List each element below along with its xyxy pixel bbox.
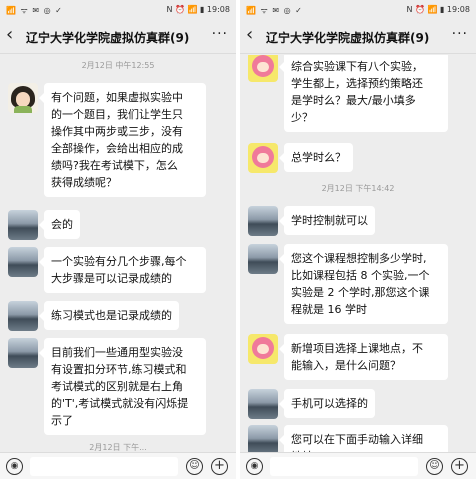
message-bubble[interactable]: 有个问题，如果虚拟实验中 的一个题目，我们让学生只 操作其中两步或三步，没有 全…: [39, 83, 206, 197]
message-line: 的一个题目，我们让学生只: [51, 108, 183, 121]
status-bar: 📶 ᯤ ✉ ◎ ✓ N ⏰ 📶 ▮ 19:08: [0, 0, 236, 20]
voice-icon[interactable]: ◉: [6, 458, 23, 475]
voice-icon[interactable]: ◉: [246, 458, 263, 475]
sea-avatar[interactable]: [8, 301, 38, 331]
more-options-icon[interactable]: ···: [212, 26, 228, 42]
message-bubble[interactable]: 总学时么？: [279, 143, 353, 172]
message-line: 手机可以选择的: [291, 397, 368, 410]
message-bubble[interactable]: 练习模式也是记录成绩的: [39, 301, 179, 330]
chat-header: ‹ 辽宁大学化学院虚拟仿真群(9) ···: [0, 20, 236, 54]
message-line: 考试模式的区别就是右上角: [51, 380, 183, 393]
message-line: 新增项目选择上课地点，不: [291, 342, 423, 355]
message-line: 示了: [51, 414, 73, 427]
right-chat-screen: 📶 ᯤ ✉ ◎ ✓ N ⏰ 📶 ▮ 19:08 ‹ 辽宁大学化学院虚拟仿真群(9…: [240, 0, 476, 479]
message-line: 练习模式也是记录成绩的: [51, 309, 172, 322]
timestamp: 2月12日 中午12:55: [81, 61, 155, 70]
message-line: 的'T',考试模式就没有闪烁提: [51, 397, 189, 410]
input-bar: ◉ ☺ +: [0, 452, 236, 479]
emoji-icon[interactable]: ☺: [186, 458, 203, 475]
group-title: 辽宁大学化学院虚拟仿真群(9): [26, 31, 190, 45]
message-bubble[interactable]: 会的: [39, 210, 80, 239]
pink-avatar[interactable]: [248, 143, 278, 173]
status-right-info: N ⏰ 📶 ▮ 19:08: [166, 5, 230, 14]
girl-avatar[interactable]: [8, 83, 38, 113]
plus-icon[interactable]: +: [211, 458, 228, 475]
message-bubble[interactable]: 目前我们一些通用型实验没 有设置扣分环节,练习模式和 考试模式的区别就是右上角 …: [39, 338, 206, 435]
left-chat-screen: 📶 ᯤ ✉ ◎ ✓ N ⏰ 📶 ▮ 19:08 ‹ 辽宁大学化学院虚拟仿真群(9…: [0, 0, 236, 479]
message-line: 学时控制就可以: [291, 214, 368, 227]
status-right-info: N ⏰ 📶 ▮ 19:08: [406, 5, 470, 14]
sea-avatar[interactable]: [248, 206, 278, 236]
chat-header: ‹ 辽宁大学化学院虚拟仿真群(9) ···: [240, 20, 476, 54]
timestamp: 2月12日 下午...: [89, 443, 147, 452]
sea-avatar[interactable]: [248, 389, 278, 419]
message-list[interactable]: 综合实验课下有八个实验， 学生都上，选择预约策略还 是学时么？最大/最小填多 少…: [240, 55, 476, 452]
message-line: 全部操作，会给出相应的成: [51, 142, 183, 155]
message-line: 绩吗?我在考试模下，怎么: [51, 159, 178, 172]
message-bubble[interactable]: 学时控制就可以: [279, 206, 375, 235]
message-list[interactable]: 2月12日 中午12:55 有个问题，如果虚拟实验中 的一个题目，我们让学生只 …: [0, 55, 236, 452]
sea-avatar[interactable]: [8, 338, 38, 368]
input-bar: ◉ ☺ +: [240, 452, 476, 479]
pink-avatar[interactable]: [248, 334, 278, 364]
message-line: 学生都上，选择预约策略还: [291, 77, 423, 90]
message-bubble[interactable]: 新增项目选择上课地点，不 能输入，是什么问题？: [279, 334, 448, 380]
sea-avatar[interactable]: [248, 244, 278, 274]
sea-avatar[interactable]: [248, 425, 278, 452]
message-line: 目前我们一些通用型实验没: [51, 346, 183, 359]
back-arrow-icon[interactable]: ‹: [6, 25, 13, 45]
message-line: 您可以在下面手动输入详细: [291, 433, 423, 446]
message-line: 比如课程包括 8 个实验,一个: [291, 269, 430, 282]
message-input[interactable]: [270, 457, 418, 476]
message-bubble[interactable]: 您这个课程想控制多少学时, 比如课程包括 8 个实验,一个 实验是 2 个学时,…: [279, 244, 448, 324]
message-line: 总学时么？: [291, 151, 346, 164]
pink-avatar[interactable]: [248, 55, 278, 82]
timestamp: 2月12日 下午14:42: [321, 184, 395, 193]
group-title: 辽宁大学化学院虚拟仿真群(9): [266, 31, 430, 45]
message-input[interactable]: [30, 457, 178, 476]
status-left-icons: 📶 ᯤ ✉ ◎ ✓: [6, 6, 63, 15]
emoji-icon[interactable]: ☺: [426, 458, 443, 475]
message-line: 会的: [51, 218, 73, 231]
message-line: 少？: [291, 111, 313, 124]
message-bubble[interactable]: 综合实验课下有八个实验， 学生都上，选择预约策略还 是学时么？最大/最小填多 少…: [279, 55, 448, 132]
message-line: 您这个课程想控制多少学时,: [291, 252, 427, 265]
message-line: 大步骤是可以记录成绩的: [51, 272, 172, 285]
more-options-icon[interactable]: ···: [452, 26, 468, 42]
message-bubble[interactable]: 一个实验有分几个步骤,每个 大步骤是可以记录成绩的: [39, 247, 206, 293]
message-line: 是学时么？最大/最小填多: [291, 94, 416, 107]
message-line: 操作其中两步或三步，没有: [51, 125, 183, 138]
message-bubble[interactable]: 您可以在下面手动输入详细 地址: [279, 425, 448, 452]
message-line: 程就是 16 学时: [291, 303, 367, 316]
sea-avatar[interactable]: [8, 210, 38, 240]
message-line: 有设置扣分环节,练习模式和: [51, 363, 187, 376]
message-line: 实验是 2 个学时,那您这个课: [291, 286, 430, 299]
message-line: 能输入，是什么问题？: [291, 359, 401, 372]
message-line: 获得成绩呢？: [51, 176, 117, 189]
back-arrow-icon[interactable]: ‹: [246, 25, 253, 45]
status-left-icons: 📶 ᯤ ✉ ◎ ✓: [246, 6, 303, 15]
plus-icon[interactable]: +: [451, 458, 468, 475]
message-bubble[interactable]: 手机可以选择的: [279, 389, 375, 418]
message-line: 有个问题，如果虚拟实验中: [51, 91, 183, 104]
status-bar: 📶 ᯤ ✉ ◎ ✓ N ⏰ 📶 ▮ 19:08: [240, 0, 476, 20]
message-line: 一个实验有分几个步骤,每个: [51, 255, 187, 268]
message-line: 综合实验课下有八个实验，: [291, 60, 423, 73]
sea-avatar[interactable]: [8, 247, 38, 277]
